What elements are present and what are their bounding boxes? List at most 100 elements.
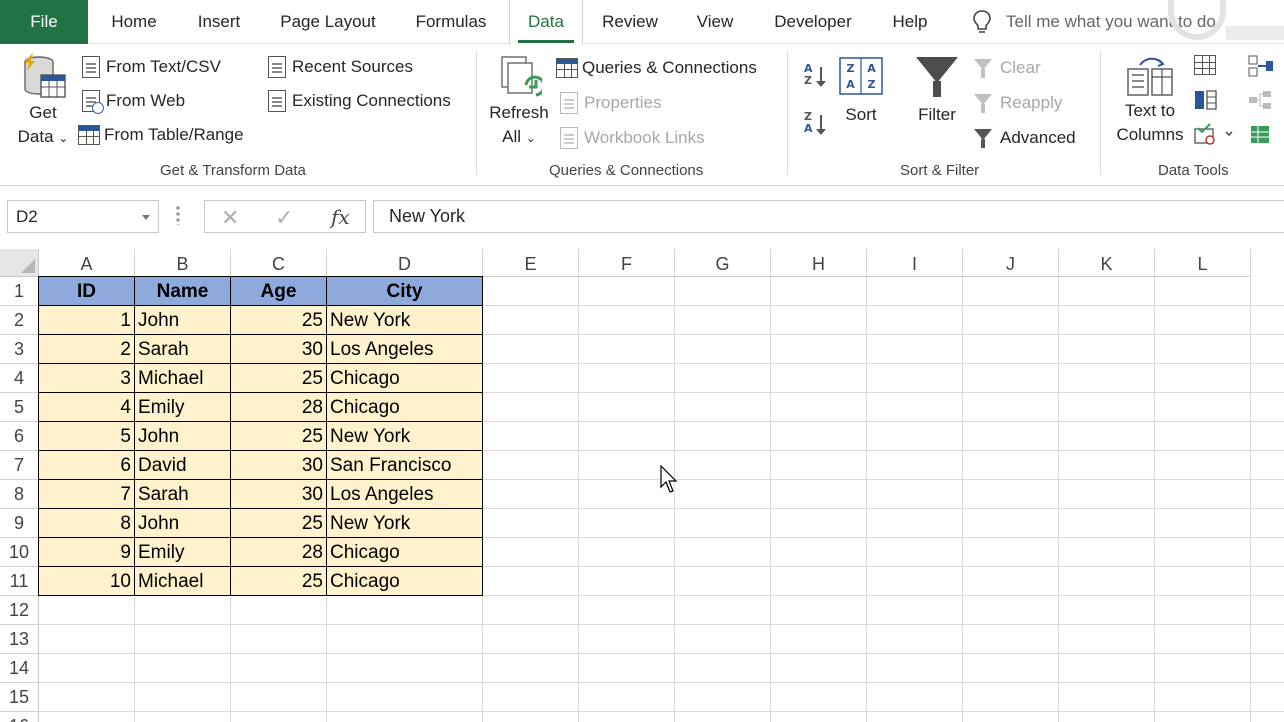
- tab-formulas[interactable]: Formulas: [400, 0, 502, 44]
- properties-button[interactable]: Properties: [558, 90, 661, 116]
- column-header-d[interactable]: D: [327, 249, 483, 277]
- clear-button[interactable]: Clear: [974, 55, 1041, 81]
- row-header-14[interactable]: 14: [0, 654, 39, 683]
- tab-file[interactable]: File: [0, 0, 88, 44]
- tab-home[interactable]: Home: [96, 0, 172, 44]
- table-cell[interactable]: 28: [230, 537, 327, 567]
- get-data-button[interactable]: Get Data ⌄: [12, 53, 74, 150]
- refresh-all-button[interactable]: Refresh All ⌄: [486, 55, 552, 150]
- table-cell[interactable]: Sarah: [134, 334, 231, 364]
- row-header-13[interactable]: 13: [0, 625, 39, 654]
- column-header-e[interactable]: E: [483, 249, 579, 277]
- table-cell[interactable]: 8: [38, 508, 135, 538]
- worksheet-grid[interactable]: ABCDEFGHIJKL12345678910111213141516IDNam…: [0, 249, 1284, 722]
- row-header-12[interactable]: 12: [0, 596, 39, 625]
- table-cell[interactable]: 6: [38, 450, 135, 480]
- tab-page-layout[interactable]: Page Layout: [266, 0, 390, 44]
- row-header-15[interactable]: 15: [0, 683, 39, 712]
- tab-view[interactable]: View: [684, 0, 746, 44]
- tab-help[interactable]: Help: [878, 0, 942, 44]
- table-cell[interactable]: 7: [38, 479, 135, 509]
- sort-button[interactable]: Z A A Z Sort: [838, 57, 884, 127]
- row-header-8[interactable]: 8: [0, 480, 39, 509]
- table-cell[interactable]: David: [134, 450, 231, 480]
- tab-developer[interactable]: Developer: [760, 0, 866, 44]
- table-cell[interactable]: New York: [326, 421, 483, 451]
- column-header-h[interactable]: H: [771, 249, 867, 277]
- column-header-i[interactable]: I: [867, 249, 963, 277]
- insert-function-icon[interactable]: fx: [331, 205, 350, 229]
- row-header-1[interactable]: 1: [0, 277, 39, 306]
- row-header-2[interactable]: 2: [0, 306, 39, 335]
- column-header-b[interactable]: B: [135, 249, 231, 277]
- manage-data-model-button[interactable]: [1248, 123, 1272, 145]
- flash-fill-button[interactable]: [1194, 55, 1216, 77]
- table-cell[interactable]: 5: [38, 421, 135, 451]
- table-cell[interactable]: Sarah: [134, 479, 231, 509]
- table-cell[interactable]: 10: [38, 566, 135, 596]
- table-header-cell[interactable]: ID: [38, 276, 135, 306]
- table-cell[interactable]: Chicago: [326, 537, 483, 567]
- text-to-columns-button[interactable]: Text to Columns: [1112, 57, 1188, 147]
- table-cell[interactable]: 2: [38, 334, 135, 364]
- row-header-9[interactable]: 9: [0, 509, 39, 538]
- table-cell[interactable]: 3: [38, 363, 135, 393]
- column-header-l[interactable]: L: [1155, 249, 1251, 277]
- table-cell[interactable]: John: [134, 421, 231, 451]
- advanced-button[interactable]: Advanced: [974, 125, 1076, 151]
- consolidate-button[interactable]: [1248, 55, 1273, 77]
- table-cell[interactable]: Chicago: [326, 566, 483, 596]
- table-cell[interactable]: 30: [230, 450, 327, 480]
- reapply-button[interactable]: Reapply: [974, 90, 1062, 116]
- table-cell[interactable]: 30: [230, 334, 327, 364]
- tab-data[interactable]: Data: [509, 0, 583, 45]
- sort-az-button[interactable]: A Z: [804, 63, 828, 93]
- table-cell[interactable]: 4: [38, 392, 135, 422]
- existing-connections-button[interactable]: Existing Connections: [266, 88, 451, 114]
- table-cell[interactable]: New York: [326, 508, 483, 538]
- table-cell[interactable]: John: [134, 508, 231, 538]
- sort-za-button[interactable]: Z A: [804, 111, 828, 141]
- table-cell[interactable]: 25: [230, 566, 327, 596]
- tab-insert[interactable]: Insert: [182, 0, 256, 44]
- column-header-c[interactable]: C: [231, 249, 327, 277]
- table-cell[interactable]: Michael: [134, 363, 231, 393]
- from-table-range-button[interactable]: From Table/Range: [78, 122, 244, 148]
- table-cell[interactable]: New York: [326, 305, 483, 335]
- row-header-7[interactable]: 7: [0, 451, 39, 480]
- row-header-16[interactable]: 16: [0, 712, 39, 722]
- table-cell[interactable]: Chicago: [326, 392, 483, 422]
- table-cell[interactable]: Emily: [134, 392, 231, 422]
- table-cell[interactable]: San Francisco: [326, 450, 483, 480]
- table-header-cell[interactable]: Name: [134, 276, 231, 306]
- row-header-3[interactable]: 3: [0, 335, 39, 364]
- row-header-10[interactable]: 10: [0, 538, 39, 567]
- relationships-button[interactable]: [1248, 89, 1272, 111]
- table-cell[interactable]: Los Angeles: [326, 479, 483, 509]
- table-cell[interactable]: 25: [230, 421, 327, 451]
- table-header-cell[interactable]: City: [326, 276, 483, 306]
- table-cell[interactable]: Michael: [134, 566, 231, 596]
- from-text-csv-button[interactable]: From Text/CSV: [80, 54, 221, 80]
- column-header-a[interactable]: A: [39, 249, 135, 277]
- column-header-k[interactable]: K: [1059, 249, 1155, 277]
- column-header-f[interactable]: F: [579, 249, 675, 277]
- table-cell[interactable]: 28: [230, 392, 327, 422]
- row-header-11[interactable]: 11: [0, 567, 39, 596]
- table-cell[interactable]: 1: [38, 305, 135, 335]
- select-all-corner[interactable]: [0, 249, 39, 277]
- row-header-4[interactable]: 4: [0, 364, 39, 393]
- table-cell[interactable]: 9: [38, 537, 135, 567]
- table-cell[interactable]: Emily: [134, 537, 231, 567]
- formula-bar-grip[interactable]: [176, 205, 180, 225]
- queries-connections-button[interactable]: Queries & Connections: [556, 55, 757, 81]
- table-cell[interactable]: Los Angeles: [326, 334, 483, 364]
- table-cell[interactable]: 30: [230, 479, 327, 509]
- filter-button[interactable]: Filter: [912, 57, 962, 127]
- table-header-cell[interactable]: Age: [230, 276, 327, 306]
- column-header-j[interactable]: J: [963, 249, 1059, 277]
- data-validation-button[interactable]: [1194, 123, 1234, 145]
- table-cell[interactable]: Chicago: [326, 363, 483, 393]
- from-web-button[interactable]: From Web: [80, 88, 185, 114]
- cancel-icon[interactable]: ✕: [221, 205, 239, 231]
